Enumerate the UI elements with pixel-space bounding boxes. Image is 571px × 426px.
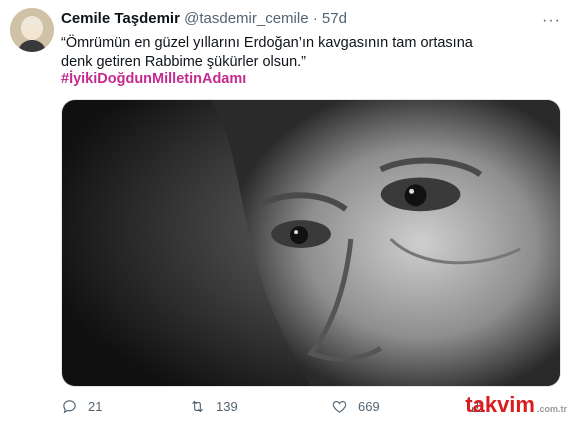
- author-name[interactable]: Cemile Taşdemir: [61, 10, 180, 27]
- portrait-photo-icon: [62, 100, 560, 386]
- separator-dot: ·: [312, 10, 318, 27]
- tweet-header: Cemile Taşdemir @tasdemir_cemile · 57d: [61, 10, 347, 28]
- author-handle[interactable]: @tasdemir_cemile: [184, 10, 308, 27]
- tweet-text: “Ömrümün en güzel yıllarını Erdoğan’ın k…: [61, 35, 473, 70]
- retweet-icon: [192, 400, 203, 413]
- watermark-brand: takvim: [465, 392, 535, 417]
- heart-icon: [332, 400, 347, 413]
- like-count: 669: [358, 399, 380, 414]
- watermark-logo: takvim .com.tr: [465, 392, 567, 418]
- reply-icon: [63, 400, 76, 414]
- avatar-image: [10, 8, 54, 52]
- more-options-icon[interactable]: ···: [542, 12, 561, 30]
- watermark-domain: .com.tr: [536, 404, 567, 414]
- tweet-time[interactable]: 57d: [322, 10, 347, 27]
- avatar[interactable]: [10, 8, 54, 52]
- hashtag-link[interactable]: #İyikiDoğdunMilletinAdamı: [61, 71, 246, 87]
- retweet-button[interactable]: 139: [189, 398, 238, 415]
- tweet-media[interactable]: [61, 99, 561, 387]
- retweet-count: 139: [216, 399, 238, 414]
- reply-button[interactable]: 21: [61, 398, 102, 415]
- like-button[interactable]: 669: [331, 398, 380, 415]
- reply-count: 21: [88, 399, 103, 414]
